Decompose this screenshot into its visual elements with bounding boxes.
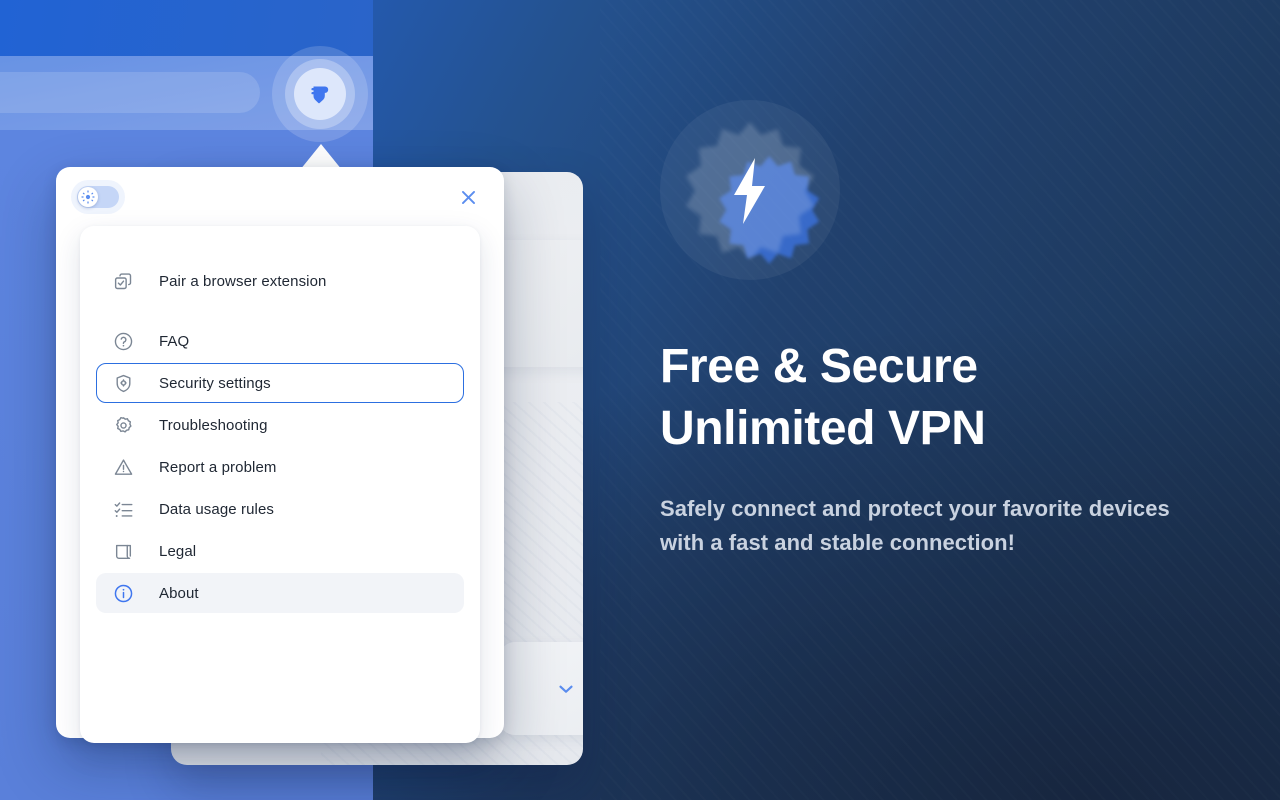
hero-title-line-2: Unlimited VPN xyxy=(660,402,986,455)
menu-item-about[interactable]: About xyxy=(96,573,464,613)
popup-menu-card: Pair a browser extension FAQ Security se… xyxy=(80,226,480,743)
question-circle-icon xyxy=(111,329,135,353)
menu-item-label: FAQ xyxy=(159,332,190,350)
menu-item-label: Data usage rules xyxy=(159,500,275,518)
copy-check-icon xyxy=(111,269,135,293)
popup-menu-list: Pair a browser extension FAQ Security se… xyxy=(96,261,464,613)
menu-item-label: Pair a browser extension xyxy=(159,272,327,290)
browser-extension-button[interactable] xyxy=(294,68,346,120)
vpn-server-selector-card[interactable] xyxy=(499,642,583,735)
menu-item-legal[interactable]: Legal xyxy=(96,531,464,571)
extension-popup: Pair a browser extension FAQ Security se… xyxy=(56,167,504,743)
popup-header xyxy=(56,167,504,229)
menu-item-data-usage-rules[interactable]: Data usage rules xyxy=(96,489,464,529)
menu-item-report-a-problem[interactable]: Report a problem xyxy=(96,447,464,487)
info-circle-icon xyxy=(111,581,135,605)
menu-item-faq[interactable]: FAQ xyxy=(96,321,464,361)
shield-gear-icon xyxy=(111,371,135,395)
checklist-icon xyxy=(111,497,135,521)
warning-triangle-icon xyxy=(111,455,135,479)
hero-title-line-1: Free & Secure xyxy=(660,340,978,393)
menu-item-label: About xyxy=(159,584,199,602)
menu-item-security-settings[interactable]: Security settings xyxy=(96,363,464,403)
hero-badge xyxy=(660,100,840,280)
menu-item-label: Troubleshooting xyxy=(159,416,268,434)
menu-gap xyxy=(96,301,464,321)
close-icon xyxy=(459,188,478,207)
toggle-knob xyxy=(78,187,98,207)
document-icon xyxy=(111,539,135,563)
hero-subtitle: Safely connect and protect your favorite… xyxy=(660,496,1170,555)
vpn-power-toggle[interactable] xyxy=(77,186,119,208)
menu-item-troubleshooting[interactable]: Troubleshooting xyxy=(96,405,464,445)
hero-section: Free & Secure Unlimited VPN Safely conne… xyxy=(660,0,1220,800)
menu-item-pair-browser-extension[interactable]: Pair a browser extension xyxy=(96,261,464,301)
menu-item-label: Legal xyxy=(159,542,197,560)
screenshot-root: Pair a browser extension FAQ Security se… xyxy=(0,0,1280,800)
sun-burst-icon xyxy=(81,190,95,204)
chevron-down-icon xyxy=(555,678,577,700)
close-button[interactable] xyxy=(450,179,486,215)
brave-shield-b-icon xyxy=(307,81,333,107)
menu-item-label: Report a problem xyxy=(159,458,277,476)
browser-address-bar[interactable] xyxy=(0,72,260,113)
gear-icon xyxy=(111,413,135,437)
hero-title: Free & Secure Unlimited VPN xyxy=(660,336,1200,460)
menu-item-label: Security settings xyxy=(159,374,271,392)
